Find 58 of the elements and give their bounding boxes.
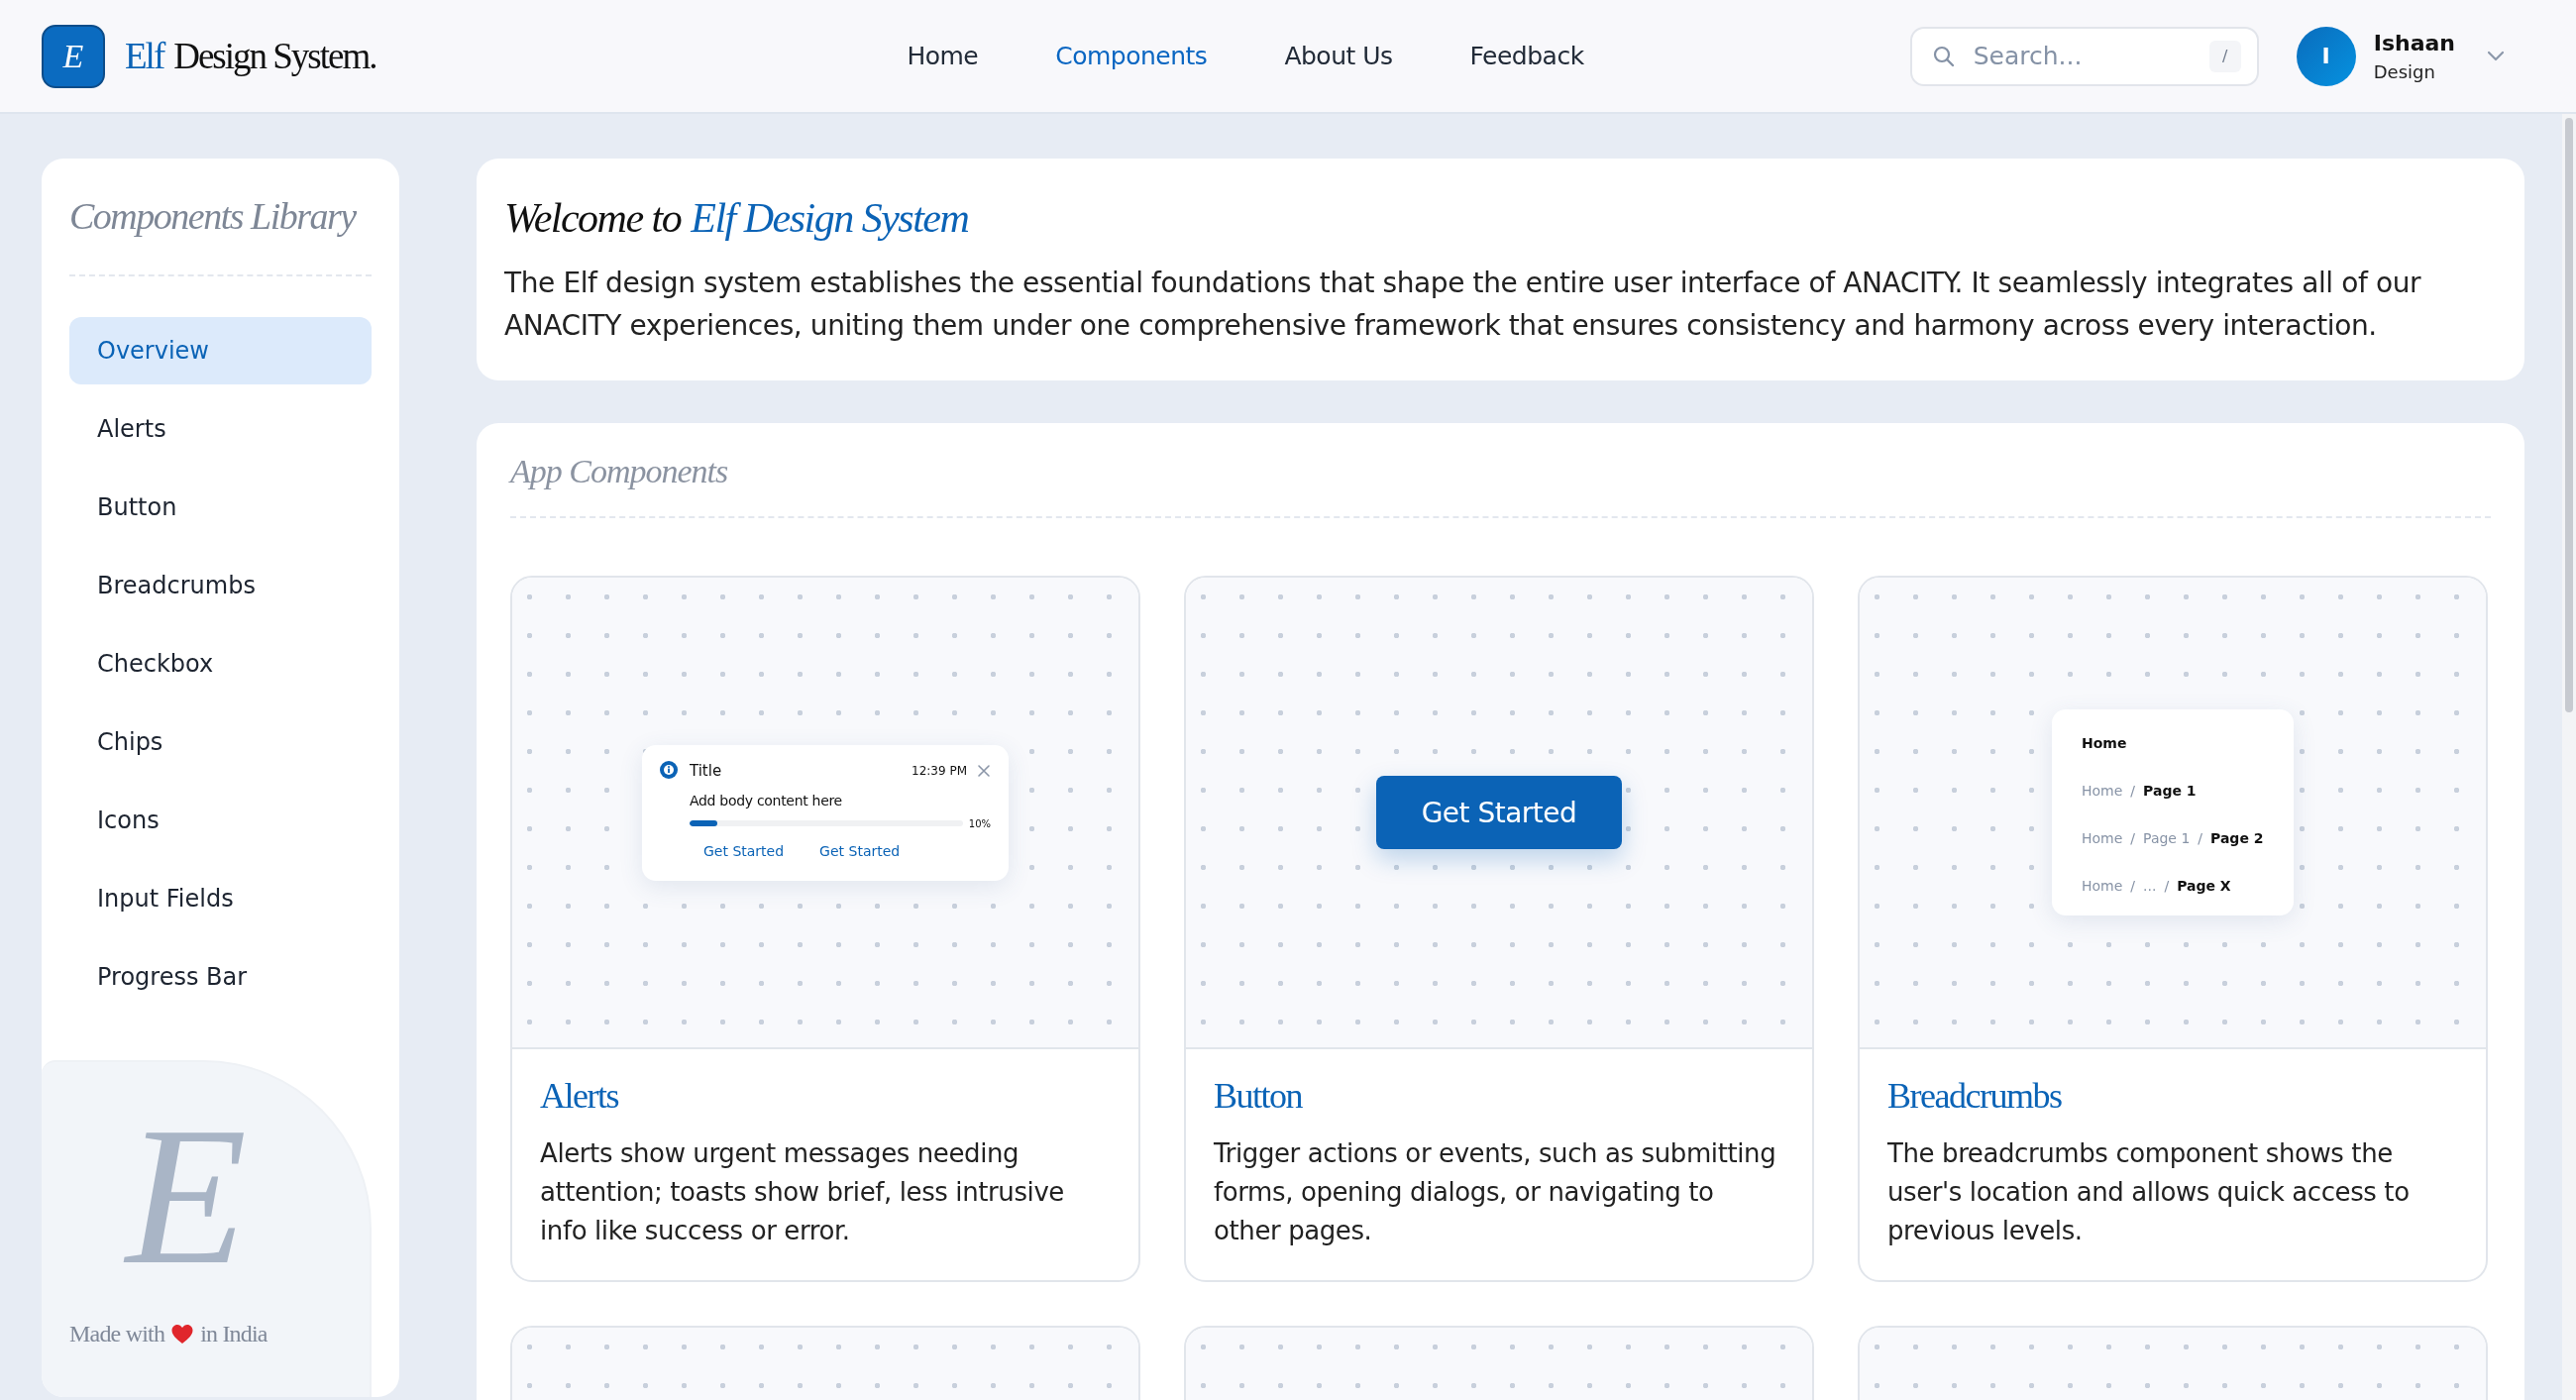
user-name: Ishaan [2373,30,2455,55]
card-description: The breadcrumbs component shows the user's location and allows quick access to previous levels. [1887,1137,2411,1247]
sidebar-item[interactable]: Checkbox [69,630,372,698]
component-card[interactable]: Get Started Button Trigger actions or events, such as submitting forms, opening dialogs, or navigating to other pages. [1184,576,1814,1282]
card-title: Breadcrumbs [1887,1075,2063,1117]
nav-link[interactable]: Feedback [1469,42,1584,70]
sidebar-item[interactable]: Icons [69,787,372,854]
user-role: Design [2373,60,2436,82]
component-card[interactable]: Title 12:39 PM Add body content here 10% Get Started Get Started Alerts Alerts show urgent messages needing attention; toasts show brief, less intrusive info like success or error. [510,576,1140,1282]
breadcrumb-separator: / [2130,878,2136,894]
sidebar-item[interactable]: Chips [69,708,372,776]
sidebar-item[interactable]: Button [69,474,372,541]
chevron-down-icon [2487,50,2505,62]
info-icon [660,760,680,781]
breadcrumb-separator: / [2164,878,2170,894]
welcome-title: Welcome to [504,194,682,242]
brand-name: Elf [125,35,164,77]
breadcrumb-item[interactable]: Page 2 [2210,830,2264,846]
sidebar-item[interactable]: Breadcrumbs [69,552,372,619]
sidebar-item[interactable]: Input Fields [69,865,372,932]
brand-name: Design System. [173,35,376,77]
card-description: Trigger actions or events, such as submitting forms, opening dialogs, or navigating to other pages. [1214,1137,1777,1247]
welcome-text: The Elf design system establishes the essential foundations that shape the entire user interface of ANACITY. It seamlessly integrates all of our ANACITY experiences, uniting them under one comprehensive framework that ensures consistency and harmony across every interaction. [504,266,2422,344]
welcome-title: Elf Design System [691,194,969,242]
section-heading: App Components [510,453,729,490]
sidebar-item[interactable]: Progress Bar [69,943,372,1011]
breadcrumb-item[interactable]: Page X [2177,878,2231,894]
scrollbar-thumb[interactable] [2565,118,2573,712]
nav-link[interactable]: About Us [1284,42,1393,70]
breadcrumb-item[interactable]: Page 1 [2143,783,2197,799]
card-title: Alerts [540,1075,620,1117]
sidebar-title: Components Library [69,194,358,239]
breadcrumb-separator: / [2198,830,2203,846]
sidebar-item[interactable]: Alerts [69,395,372,463]
action-link[interactable]: Get Started [819,842,901,859]
card-description: Alerts show urgent messages needing attention; toasts show brief, less intrusive info like success or error. [540,1137,1065,1247]
avatar[interactable]: I [2296,26,2356,86]
search-icon [1931,44,1956,68]
component-card[interactable]: Home Home / Page 1 Home / Page 1 / Page 2 Home / ... / Page X Breadcrumbs The breadcrumbs component shows the user's location and allows quick access to previous levels. [1858,576,2488,1282]
heart-icon [170,1322,195,1346]
nav-link[interactable]: Home [907,42,979,70]
sidebar-item[interactable]: Overview [69,317,372,384]
close-icon [977,763,991,778]
alert-body: Add body content here [690,792,843,808]
scrollbar[interactable] [2562,114,2576,1400]
breadcrumb-item[interactable]: Home [2082,735,2127,751]
breadcrumb-separator: / [2130,830,2136,846]
alert-title: Title [690,761,723,780]
action-link[interactable]: Get Started [703,842,785,859]
logo-badge: E [42,24,105,88]
get-started-button[interactable]: Get Started [1376,776,1622,849]
card-title: Button [1214,1075,1304,1117]
nav-link[interactable]: Components [1055,42,1208,70]
alert-time: 12:39 PM [912,763,967,778]
progress-reading: 10% [968,817,991,829]
footer-text: in India [200,1321,268,1347]
footer-text: Made with [69,1321,165,1347]
breadcrumb-separator: / [2130,783,2136,799]
